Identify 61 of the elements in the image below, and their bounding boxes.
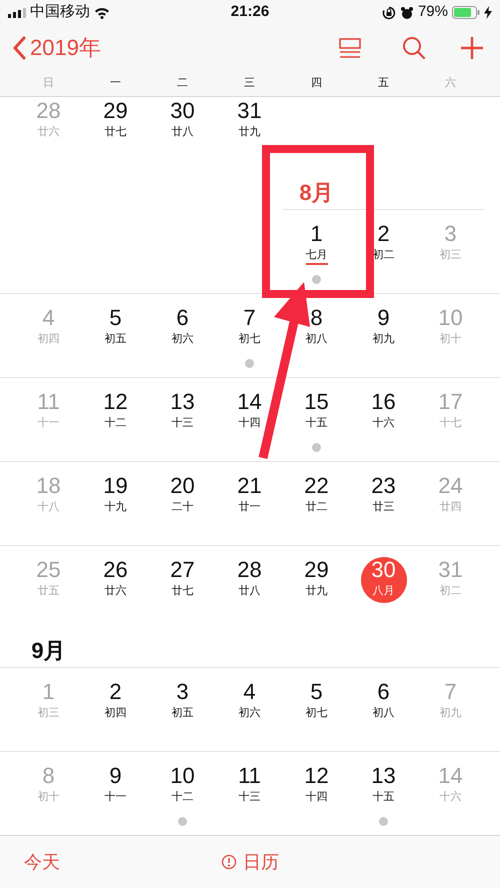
list-view-icon [339, 36, 361, 58]
date-button[interactable]: 7 初七 [226, 305, 272, 351]
weekday-label: 日 [43, 76, 54, 91]
alarm-icon [400, 6, 414, 20]
month-title: 8月 [299, 179, 334, 207]
date-button[interactable]: 26 廿六 [92, 557, 138, 603]
signal-icon [8, 8, 26, 18]
date-button[interactable]: 14 十四 [226, 389, 272, 435]
date-button[interactable]: 22 廿二 [294, 473, 340, 519]
date-button[interactable]: 28 廿八 [226, 557, 272, 603]
date-button[interactable]: 10 十二 [160, 763, 206, 809]
charging-bolt-icon [484, 6, 492, 19]
date-button[interactable]: 3 初五 [160, 679, 206, 725]
date-button[interactable]: 11 十三 [226, 763, 272, 809]
date-button[interactable]: 21 廿一 [226, 473, 272, 519]
rotation-lock-icon [382, 6, 396, 20]
date-button[interactable]: 4 初六 [226, 679, 272, 725]
back-chevron-icon [12, 36, 26, 60]
date-button[interactable]: 2 初四 [92, 679, 138, 725]
date-button[interactable]: 8 初八 [294, 305, 340, 351]
date-button[interactable]: 9 初九 [360, 305, 406, 351]
date-button[interactable]: 19 十九 [92, 473, 138, 519]
battery-percent: 79% [418, 2, 448, 22]
month-title: 9月 [31, 637, 66, 665]
date-button[interactable]: 30 廿八 [160, 98, 206, 144]
date-button[interactable]: 5 初七 [294, 679, 340, 725]
date-button[interactable]: 5 初五 [92, 305, 138, 351]
date-button[interactable]: 13 十三 [160, 389, 206, 435]
date-button[interactable]: 12 十二 [92, 389, 138, 435]
today-button[interactable]: 今天 [24, 848, 60, 876]
back-button[interactable]: 2019年 [12, 31, 101, 64]
weekday-label: 五 [378, 76, 389, 91]
date-button[interactable]: 12 十四 [294, 763, 340, 809]
weekday-label: 六 [445, 76, 456, 91]
calendars-button[interactable]: 日历 [220, 848, 279, 876]
date-button[interactable]: 6 初八 [360, 679, 406, 725]
weekday-label: 三 [244, 76, 255, 91]
date-button[interactable]: 29 廿七 [92, 98, 138, 144]
date-button[interactable]: 6 初六 [160, 305, 206, 351]
date-button[interactable]: 1 七月 [294, 221, 340, 267]
weekday-label: 二 [177, 76, 188, 91]
date-button[interactable]: 30 八月 [360, 557, 406, 603]
date-button[interactable]: 9 十一 [92, 763, 138, 809]
clock-time: 21:26 [230, 2, 270, 22]
date-button[interactable]: 16 十六 [360, 389, 406, 435]
date-button[interactable]: 29 廿九 [294, 557, 340, 603]
date-button[interactable]: 20 二十 [160, 473, 206, 519]
date-button[interactable]: 27 廿七 [160, 557, 206, 603]
weekday-label: 四 [311, 76, 322, 91]
date-button[interactable]: 23 廿三 [360, 473, 406, 519]
date-button[interactable]: 31 廿九 [226, 98, 272, 144]
alert-icon [220, 854, 237, 870]
date-button[interactable]: 2 初二 [360, 221, 406, 267]
carrier-name: 中国移动 [30, 2, 90, 22]
wifi-icon [94, 6, 110, 18]
plus-icon [460, 36, 484, 60]
battery-icon [452, 6, 480, 19]
search-icon [402, 36, 426, 60]
date-button[interactable]: 15 十五 [294, 389, 340, 435]
weekday-label: 一 [110, 76, 121, 91]
date-button[interactable]: 13 十五 [360, 763, 406, 809]
